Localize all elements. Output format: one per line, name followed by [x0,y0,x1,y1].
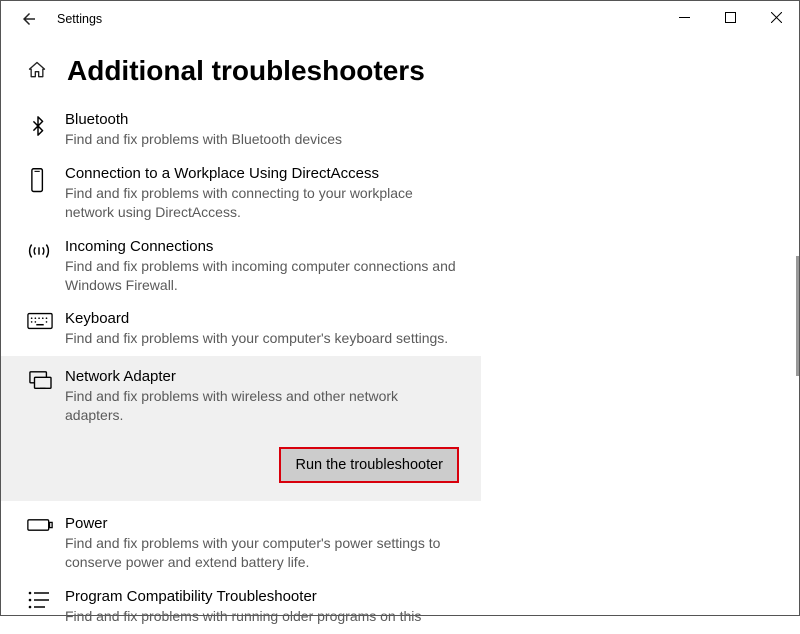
run-troubleshooter-button[interactable]: Run the troubleshooter [279,447,459,483]
item-desc: Find and fix problems with your computer… [65,534,460,572]
item-title: Keyboard [65,310,448,327]
item-bluetooth[interactable]: Bluetooth Find and fix problems with Blu… [1,103,799,157]
network-adapter-icon [27,368,65,425]
back-arrow-icon[interactable] [19,9,39,29]
item-title: Network Adapter [65,368,460,385]
bluetooth-icon [27,111,65,149]
scrollbar[interactable] [796,256,799,376]
page-header: Additional troubleshooters [1,37,799,103]
item-network-adapter[interactable]: Network Adapter Find and fix problems wi… [1,356,481,441]
item-title: Bluetooth [65,111,342,128]
list-icon [27,588,65,626]
run-button-row: Run the troubleshooter [1,441,481,501]
troubleshooter-list: Bluetooth Find and fix problems with Blu… [1,103,799,634]
item-desc: Find and fix problems with wireless and … [65,387,460,425]
window-controls [661,1,799,33]
item-desc: Find and fix problems with connecting to… [65,184,460,222]
keyboard-icon [27,310,65,348]
item-desc: Find and fix problems with running older… [65,607,421,626]
item-title: Program Compatibility Troubleshooter [65,588,421,605]
home-icon[interactable] [27,60,49,82]
page-title: Additional troubleshooters [67,55,425,87]
maximize-button[interactable] [707,1,753,33]
item-desc: Find and fix problems with Bluetooth dev… [65,130,342,149]
phone-icon [27,165,65,222]
item-desc: Find and fix problems with your computer… [65,329,448,348]
item-compat[interactable]: Program Compatibility Troubleshooter Fin… [1,580,799,634]
window-title: Settings [57,12,102,26]
item-directaccess[interactable]: Connection to a Workplace Using DirectAc… [1,157,799,230]
item-title: Connection to a Workplace Using DirectAc… [65,165,460,182]
item-title: Incoming Connections [65,238,460,255]
close-button[interactable] [753,1,799,33]
item-keyboard[interactable]: Keyboard Find and fix problems with your… [1,302,799,356]
item-desc: Find and fix problems with incoming comp… [65,257,460,295]
item-power[interactable]: Power Find and fix problems with your co… [1,507,799,580]
signal-icon [27,238,65,295]
battery-icon [27,515,65,572]
minimize-button[interactable] [661,1,707,33]
item-incoming[interactable]: Incoming Connections Find and fix proble… [1,230,799,303]
item-title: Power [65,515,460,532]
